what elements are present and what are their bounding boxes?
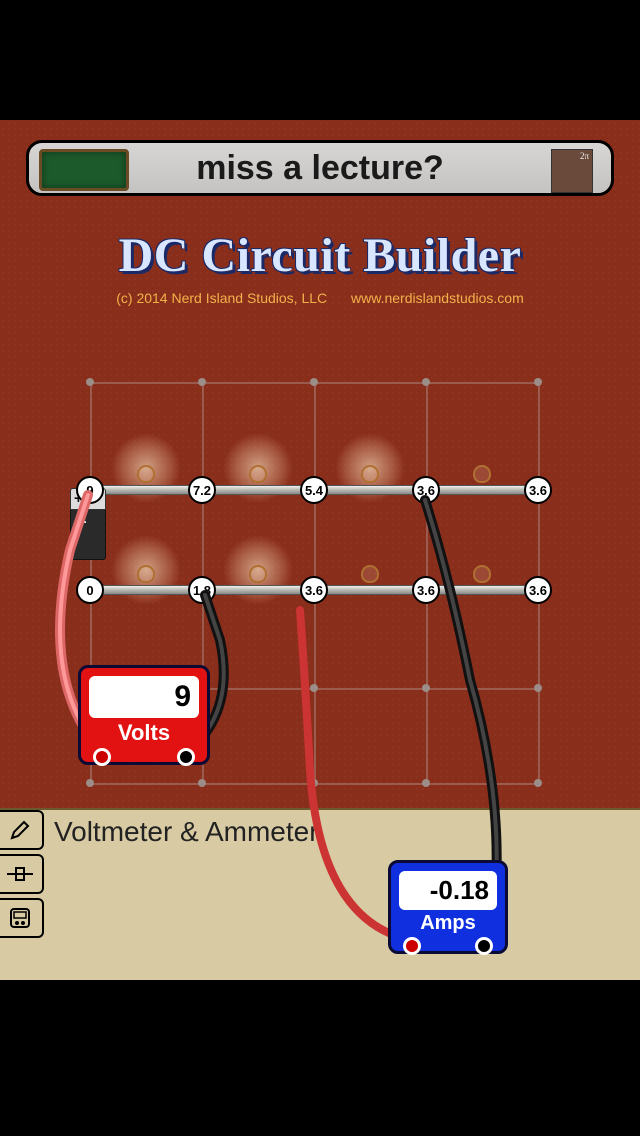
node[interactable]: 1.8 (188, 576, 216, 604)
copyright-text: (c) 2014 Nerd Island Studios, LLC (116, 290, 327, 306)
voltmeter[interactable]: 9 Volts (78, 665, 210, 765)
node[interactable]: 5.4 (300, 476, 328, 504)
app-title: DC Circuit Builder (0, 228, 640, 283)
node[interactable]: 3.6 (524, 476, 552, 504)
bulb-icon[interactable] (473, 565, 491, 583)
bulb-icon[interactable] (361, 565, 379, 583)
ammeter-label: Amps (397, 912, 499, 935)
grid-dot (310, 779, 318, 787)
grid-dot (422, 684, 430, 692)
wire[interactable] (92, 585, 200, 595)
grid-dot (310, 684, 318, 692)
wire[interactable] (428, 585, 536, 595)
wire[interactable] (316, 585, 424, 595)
node[interactable]: 0 (76, 576, 104, 604)
grid-dot (86, 378, 94, 386)
port-black[interactable] (475, 937, 493, 955)
website-link[interactable]: www.nerdislandstudios.com (351, 290, 524, 306)
book-icon (551, 149, 593, 193)
grid-dot (534, 779, 542, 787)
component-tool-button[interactable] (0, 854, 44, 894)
panel-title: Voltmeter & Ammeter (54, 816, 319, 848)
banner-text: miss a lecture? (196, 149, 444, 188)
grid-dot (198, 779, 206, 787)
meter-tool-button[interactable] (0, 898, 44, 938)
bulb-icon[interactable] (137, 465, 155, 483)
meter-icon (9, 907, 31, 929)
ammeter-reading: -0.18 (399, 871, 497, 910)
node[interactable]: 3.6 (524, 576, 552, 604)
copyright-line: (c) 2014 Nerd Island Studios, LLC www.ne… (0, 290, 640, 306)
bulb-icon[interactable] (137, 565, 155, 583)
pencil-tool-button[interactable] (0, 810, 44, 850)
wire[interactable] (316, 485, 424, 495)
port-red[interactable] (93, 748, 111, 766)
bulb-icon[interactable] (361, 465, 379, 483)
port-red[interactable] (403, 937, 421, 955)
slider-icon (7, 866, 33, 882)
wire[interactable] (428, 485, 536, 495)
grid-dot (534, 684, 542, 692)
grid-dot (310, 378, 318, 386)
tool-tabs (0, 810, 44, 942)
node[interactable]: 3.6 (412, 476, 440, 504)
chalkboard-icon (39, 149, 129, 191)
ad-banner[interactable]: miss a lecture? (26, 140, 614, 196)
node[interactable]: 7.2 (188, 476, 216, 504)
bulb-icon[interactable] (249, 465, 267, 483)
bottom-panel: Voltmeter & Ammeter (0, 808, 640, 980)
bulb-icon[interactable] (473, 465, 491, 483)
ammeter[interactable]: -0.18 Amps (388, 860, 508, 954)
grid-dot (422, 779, 430, 787)
pencil-icon (9, 819, 31, 841)
wire[interactable] (92, 485, 200, 495)
grid-dot (534, 378, 542, 386)
node[interactable]: 9 (76, 476, 104, 504)
grid-dot (422, 378, 430, 386)
wire[interactable] (204, 585, 312, 595)
node[interactable]: 3.6 (412, 576, 440, 604)
voltmeter-label: Volts (87, 720, 201, 746)
voltmeter-reading: 9 (89, 676, 199, 718)
grid-dot (198, 378, 206, 386)
node[interactable]: 3.6 (300, 576, 328, 604)
port-black[interactable] (177, 748, 195, 766)
bulb-icon[interactable] (249, 565, 267, 583)
grid-dot (86, 779, 94, 787)
minus-icon: − (76, 512, 87, 533)
wire[interactable] (204, 485, 312, 495)
